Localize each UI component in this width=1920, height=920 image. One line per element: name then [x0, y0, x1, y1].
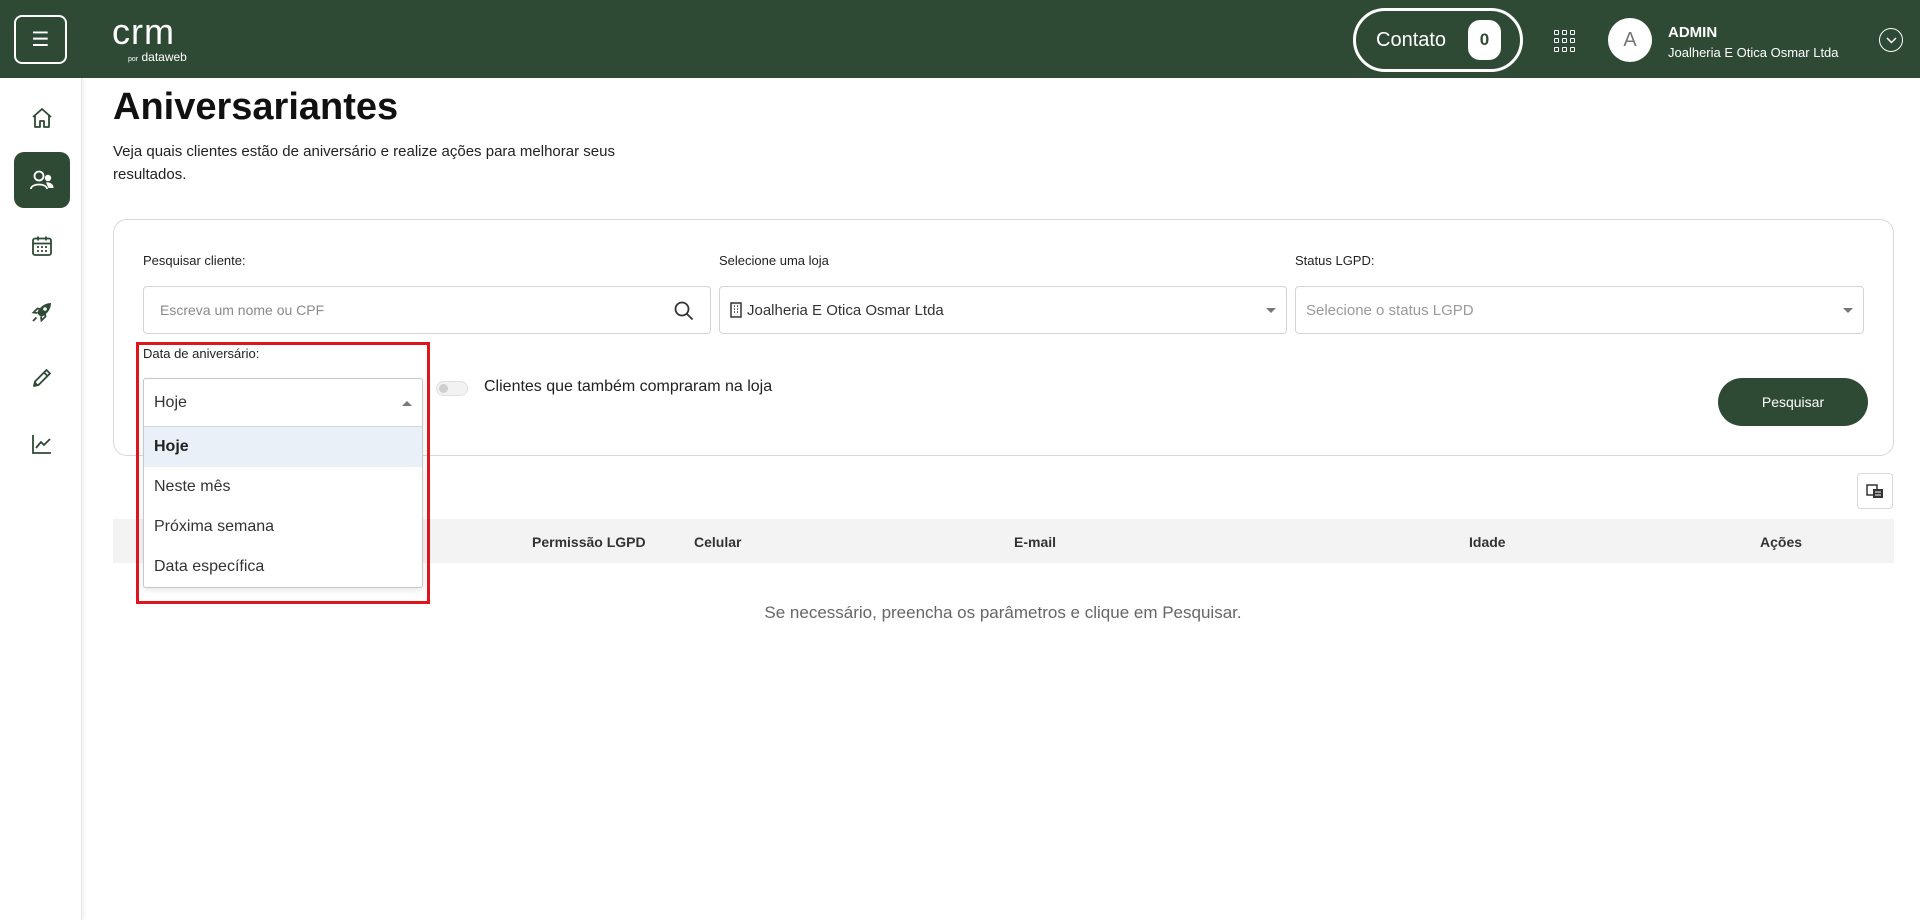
top-bar: ☰ crm por dataweb Contato 0 A ADMIN Joal… — [0, 0, 1920, 78]
export-icon — [1866, 484, 1883, 498]
column-header-idade[interactable]: Idade — [1469, 534, 1506, 550]
sidebar-item-home[interactable] — [14, 90, 70, 146]
calendar-icon — [32, 236, 52, 256]
page-title: Aniversariantes — [113, 86, 399, 128]
column-header-lgpd[interactable]: Permissão LGPD — [532, 534, 646, 550]
rocket-icon — [31, 303, 51, 323]
lgpd-status-placeholder: Selecione o status LGPD — [1306, 301, 1474, 319]
bought-in-store-toggle[interactable] — [436, 381, 468, 396]
bought-in-store-label: Clientes que também compraram na loja — [484, 378, 773, 395]
highlight-annotation — [136, 342, 430, 604]
search-client-field[interactable]: Escreva um nome ou CPF — [143, 286, 711, 334]
user-store-name: Joalheria E Otica Osmar Ltda — [1668, 45, 1839, 60]
caret-down-icon — [1843, 308, 1853, 313]
export-button[interactable] — [1857, 473, 1893, 509]
sidebar-item-editar[interactable] — [14, 350, 70, 406]
caret-down-icon — [1266, 308, 1276, 313]
search-client-placeholder: Escreva um nome ou CPF — [160, 302, 325, 318]
apps-grid-icon[interactable] — [1554, 30, 1576, 52]
users-icon — [30, 170, 54, 190]
menu-toggle-button[interactable]: ☰ — [14, 15, 67, 64]
column-header-acoes: Ações — [1760, 534, 1803, 550]
page-description: Veja quais clientes estão de aniversário… — [113, 143, 615, 183]
chart-line-icon — [32, 435, 51, 454]
pencil-icon — [33, 369, 51, 387]
sidebar-item-campanhas[interactable] — [14, 284, 70, 340]
toggle-knob — [439, 384, 448, 393]
logo[interactable]: crm por dataweb — [112, 11, 187, 65]
search-client-label: Pesquisar cliente: — [143, 253, 246, 268]
logo-text: crm — [112, 11, 175, 52]
lgpd-status-select[interactable]: Selecione o status LGPD — [1295, 286, 1864, 334]
avatar[interactable]: A — [1608, 18, 1652, 62]
contato-label: Contato — [1376, 28, 1447, 51]
store-select-value: Joalheria E Otica Osmar Ltda — [747, 301, 944, 319]
lgpd-status-label: Status LGPD: — [1295, 253, 1375, 268]
empty-state-message: Se necessário, preencha os parâmetros e … — [764, 603, 1242, 622]
column-header-celular[interactable]: Celular — [694, 534, 741, 550]
column-header-email[interactable]: E-mail — [1014, 534, 1056, 550]
building-icon — [730, 302, 742, 318]
contato-count-badge: 0 — [1468, 20, 1501, 60]
sidebar-item-calendar[interactable] — [14, 218, 70, 274]
search-icon[interactable] — [674, 301, 694, 321]
user-name: ADMIN — [1668, 24, 1718, 41]
sidebar — [0, 78, 82, 920]
hamburger-icon: ☰ — [31, 29, 50, 51]
logo-subtitle: por dataweb — [128, 50, 187, 64]
sidebar-item-clientes[interactable] — [14, 152, 70, 208]
store-select[interactable]: Joalheria E Otica Osmar Ltda — [719, 286, 1287, 334]
chevron-down-icon[interactable] — [1879, 28, 1903, 52]
sidebar-item-relatorios[interactable] — [14, 416, 70, 472]
home-icon — [32, 108, 52, 128]
search-button[interactable]: Pesquisar — [1718, 378, 1868, 426]
store-select-label: Selecione uma loja — [719, 253, 829, 268]
contato-button[interactable]: Contato 0 — [1353, 8, 1523, 72]
